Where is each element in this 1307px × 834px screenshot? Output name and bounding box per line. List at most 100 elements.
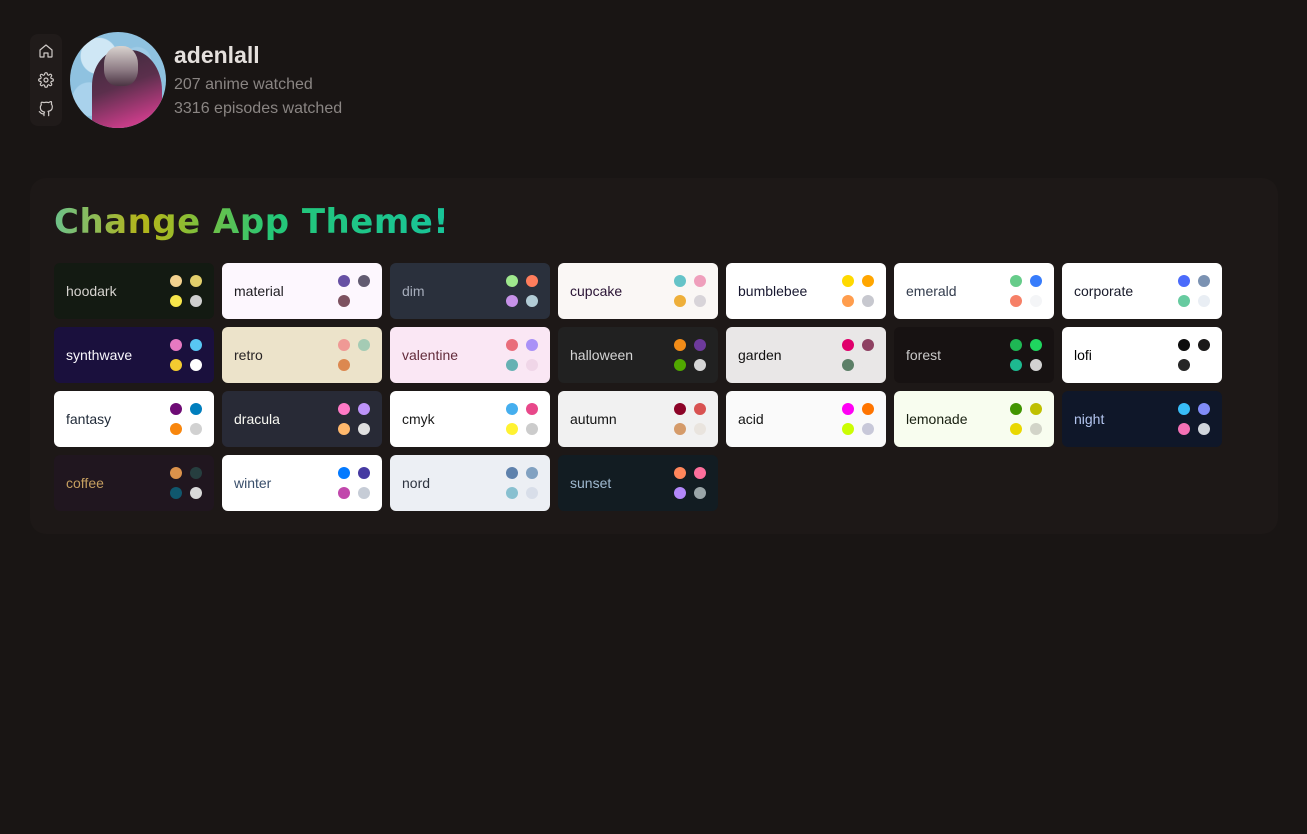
theme-option-synthwave[interactable]: synthwave	[54, 327, 214, 383]
theme-color-swatches	[506, 275, 538, 307]
color-dot	[190, 295, 202, 307]
theme-option-halloween[interactable]: halloween	[558, 327, 718, 383]
theme-option-cupcake[interactable]: cupcake	[558, 263, 718, 319]
theme-option-coffee[interactable]: coffee	[54, 455, 214, 511]
color-dot	[338, 359, 350, 371]
theme-option-autumn[interactable]: autumn	[558, 391, 718, 447]
color-dot	[862, 339, 874, 351]
theme-label: emerald	[906, 283, 957, 299]
theme-color-swatches	[1010, 403, 1042, 435]
color-dot	[842, 423, 854, 435]
theme-label: material	[234, 283, 284, 299]
color-dot	[506, 339, 518, 351]
theme-color-swatches	[1178, 339, 1210, 371]
theme-option-hoodark[interactable]: hoodark	[54, 263, 214, 319]
theme-label: winter	[234, 475, 272, 491]
theme-option-night[interactable]: night	[1062, 391, 1222, 447]
color-dot	[674, 295, 686, 307]
avatar	[70, 32, 166, 128]
color-dot	[694, 359, 706, 371]
theme-option-lemonade[interactable]: lemonade	[894, 391, 1054, 447]
color-dot	[1030, 403, 1042, 415]
theme-color-swatches	[842, 339, 874, 371]
theme-option-retro[interactable]: retro	[222, 327, 382, 383]
theme-label: corporate	[1074, 283, 1134, 299]
theme-color-swatches	[338, 275, 370, 307]
color-dot	[1030, 339, 1042, 351]
theme-panel-title: Change App Theme!	[54, 202, 450, 242]
theme-color-swatches	[170, 339, 202, 371]
theme-option-winter[interactable]: winter	[222, 455, 382, 511]
theme-option-dim[interactable]: dim	[390, 263, 550, 319]
avatar-head	[104, 46, 138, 86]
theme-label: acid	[738, 411, 764, 427]
theme-option-emerald[interactable]: emerald	[894, 263, 1054, 319]
theme-color-swatches	[674, 275, 706, 307]
color-dot	[674, 423, 686, 435]
color-dot	[1030, 423, 1042, 435]
github-button[interactable]	[35, 98, 57, 120]
color-dot	[1178, 403, 1190, 415]
color-dot	[358, 467, 370, 479]
color-dot	[506, 467, 518, 479]
color-dot	[694, 467, 706, 479]
theme-label: forest	[906, 347, 942, 363]
color-dot	[1010, 339, 1022, 351]
settings-button[interactable]	[35, 69, 57, 91]
theme-color-swatches	[842, 275, 874, 307]
color-dot	[694, 275, 706, 287]
theme-color-swatches	[338, 403, 370, 435]
theme-label: coffee	[66, 475, 104, 491]
profile-username: adenlall	[174, 42, 260, 68]
theme-color-swatches	[1010, 275, 1042, 307]
color-dot	[338, 403, 350, 415]
color-dot	[1198, 403, 1210, 415]
theme-option-corporate[interactable]: corporate	[1062, 263, 1222, 319]
theme-label: dracula	[234, 411, 280, 427]
theme-option-cmyk[interactable]: cmyk	[390, 391, 550, 447]
color-dot	[526, 423, 538, 435]
color-dot	[506, 403, 518, 415]
home-button[interactable]	[35, 40, 57, 62]
color-dot	[1198, 295, 1210, 307]
color-dot	[170, 275, 182, 287]
color-dot	[862, 295, 874, 307]
theme-option-bumblebee[interactable]: bumblebee	[726, 263, 886, 319]
theme-option-nord[interactable]: nord	[390, 455, 550, 511]
theme-color-swatches	[506, 403, 538, 435]
theme-option-sunset[interactable]: sunset	[558, 455, 718, 511]
color-dot	[358, 339, 370, 351]
theme-option-fantasy[interactable]: fantasy	[54, 391, 214, 447]
theme-option-material[interactable]: material	[222, 263, 382, 319]
color-dot	[1030, 359, 1042, 371]
episodes-watched-count: 3316 episodes watched	[174, 100, 343, 117]
color-dot	[842, 295, 854, 307]
color-dot	[674, 487, 686, 499]
color-dot	[190, 339, 202, 351]
theme-label: lemonade	[906, 411, 968, 427]
color-dot	[1198, 275, 1210, 287]
theme-label: autumn	[570, 411, 617, 427]
theme-option-forest[interactable]: forest	[894, 327, 1054, 383]
color-dot	[190, 423, 202, 435]
theme-label: garden	[738, 347, 782, 363]
theme-label: nord	[402, 475, 431, 491]
theme-color-swatches	[842, 403, 874, 435]
color-dot	[1198, 423, 1210, 435]
theme-label: retro	[234, 347, 263, 363]
color-dot	[506, 295, 518, 307]
color-dot	[1010, 275, 1022, 287]
color-dot	[694, 295, 706, 307]
theme-option-garden[interactable]: garden	[726, 327, 886, 383]
color-dot	[170, 467, 182, 479]
theme-option-acid[interactable]: acid	[726, 391, 886, 447]
color-dot	[862, 275, 874, 287]
color-dot	[1178, 339, 1190, 351]
color-dot	[526, 295, 538, 307]
theme-option-lofi[interactable]: lofi	[1062, 327, 1222, 383]
theme-label: night	[1074, 411, 1105, 427]
theme-option-valentine[interactable]: valentine	[390, 327, 550, 383]
color-dot	[190, 359, 202, 371]
theme-label: sunset	[570, 475, 612, 491]
theme-option-dracula[interactable]: dracula	[222, 391, 382, 447]
